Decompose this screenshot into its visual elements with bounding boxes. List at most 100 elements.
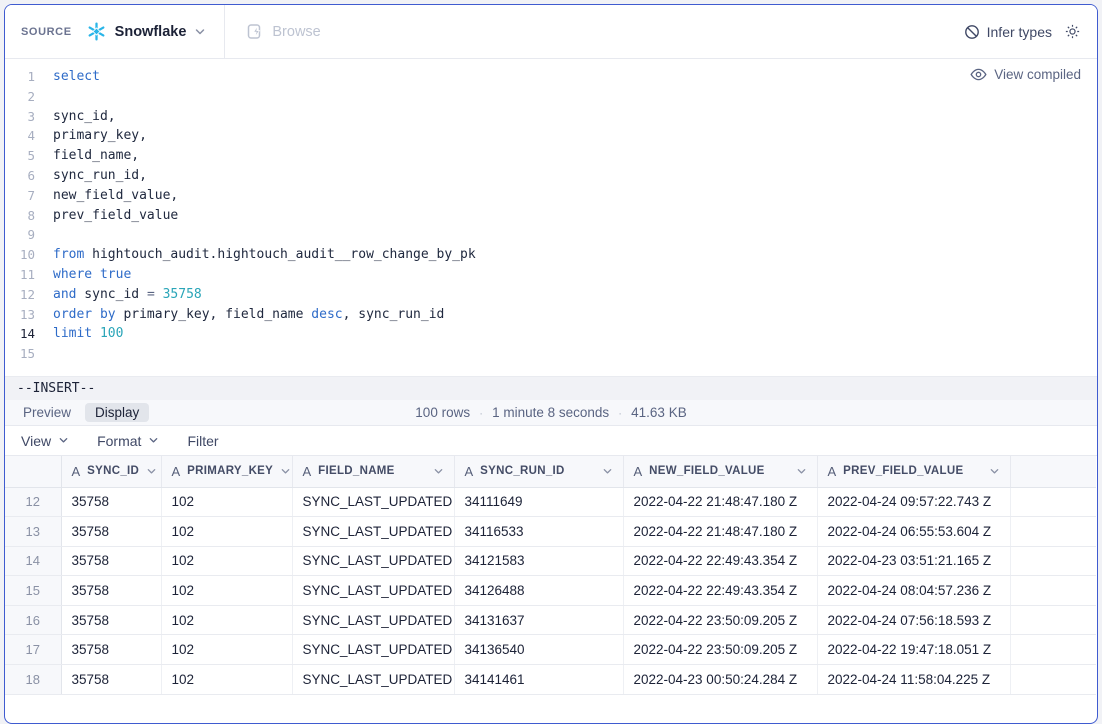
- view-compiled-button[interactable]: View compiled: [970, 67, 1081, 82]
- line-number: 10: [5, 245, 35, 265]
- code-line[interactable]: 14limit 100: [5, 324, 1097, 344]
- code-line[interactable]: 10from hightouch_audit.hightouch_audit__…: [5, 245, 1097, 265]
- code-line[interactable]: 13order by primary_key, field_name desc,…: [5, 305, 1097, 325]
- code-line[interactable]: 6sync_run_id,: [5, 166, 1097, 186]
- cell: 2022-04-24 08:04:57.236 Z: [817, 576, 1010, 606]
- column-name: PRIMARY_KEY: [187, 465, 273, 477]
- chevron-down-icon[interactable]: [602, 466, 613, 477]
- snowflake-icon: [86, 21, 107, 42]
- code-line[interactable]: 9: [5, 225, 1097, 245]
- tab-display[interactable]: Display: [85, 403, 149, 422]
- line-number: 6: [5, 166, 35, 186]
- tab-preview[interactable]: Preview: [13, 403, 81, 422]
- chevron-down-icon[interactable]: [989, 466, 1000, 477]
- column-header-field_name[interactable]: AFIELD_NAME: [292, 456, 454, 487]
- code-line[interactable]: 2: [5, 87, 1097, 107]
- cell: 35758: [61, 517, 161, 547]
- line-number: 4: [5, 126, 35, 146]
- column-header-sync_id[interactable]: ASYNC_ID: [61, 456, 161, 487]
- code-line[interactable]: 12and sync_id = 35758: [5, 285, 1097, 305]
- filter-menu-button[interactable]: Filter: [187, 433, 218, 449]
- code-line[interactable]: 5field_name,: [5, 146, 1097, 166]
- infer-types-label: Infer types: [987, 24, 1052, 40]
- line-number: 14: [5, 324, 35, 344]
- eye-icon: [970, 68, 987, 81]
- code-text: where true: [35, 265, 131, 285]
- code-text: select: [35, 67, 100, 87]
- format-menu-button[interactable]: Format: [97, 433, 159, 449]
- string-type-icon: A: [465, 464, 474, 479]
- cell: 2022-04-23 00:50:24.284 Z: [623, 665, 817, 695]
- row-number: 13: [5, 517, 61, 547]
- code-text: limit 100: [35, 324, 123, 344]
- table-row: 1835758102SYNC_LAST_UPDATED341414612022-…: [5, 665, 1096, 695]
- dot-separator: ·: [479, 406, 483, 420]
- code-line[interactable]: 15: [5, 344, 1097, 364]
- row-number: 12: [5, 487, 61, 517]
- filler-header: [1010, 456, 1096, 487]
- code-text: sync_id,: [35, 107, 116, 127]
- table-row: 1435758102SYNC_LAST_UPDATED341215832022-…: [5, 546, 1096, 576]
- cell: 34131637: [454, 605, 623, 635]
- divider: [224, 5, 225, 59]
- results-table-wrap: ASYNC_IDAPRIMARY_KEYAFIELD_NAMEASYNC_RUN…: [5, 456, 1097, 695]
- column-header-primary_key[interactable]: APRIMARY_KEY: [161, 456, 292, 487]
- column-name: SYNC_ID: [87, 465, 139, 477]
- row-number: 16: [5, 605, 61, 635]
- code-text: sync_run_id,: [35, 166, 147, 186]
- chevron-down-icon[interactable]: [796, 466, 807, 477]
- code-line[interactable]: 1select: [5, 67, 1097, 87]
- chevron-down-icon[interactable]: [146, 466, 157, 477]
- results-tabs-row: Preview Display 100 rows · 1 minute 8 se…: [5, 400, 1097, 426]
- chevron-down-icon[interactable]: [280, 466, 291, 477]
- column-name: SYNC_RUN_ID: [480, 465, 564, 477]
- browse-button[interactable]: Browse: [247, 23, 320, 40]
- code-line[interactable]: 11where true: [5, 265, 1097, 285]
- chevron-down-icon[interactable]: [433, 466, 444, 477]
- column-header-sync_run_id[interactable]: A SYNC_RUN_ID: [454, 456, 623, 487]
- line-number: 8: [5, 206, 35, 226]
- cell: 102: [161, 487, 292, 517]
- line-number: 2: [5, 87, 35, 107]
- source-selector[interactable]: Snowflake: [86, 21, 207, 42]
- line-number: 12: [5, 285, 35, 305]
- cell: SYNC_LAST_UPDATED: [292, 665, 454, 695]
- code-line[interactable]: 8prev_field_value: [5, 206, 1097, 226]
- table-row: 1235758102SYNC_LAST_UPDATED341116492022-…: [5, 487, 1096, 517]
- code-text: and sync_id = 35758: [35, 285, 202, 305]
- query-status: 100 rows · 1 minute 8 seconds · 41.63 KB: [415, 405, 686, 420]
- code-text: field_name,: [35, 146, 139, 166]
- column-header-new_field_value[interactable]: ANEW_FIELD_VALUE: [623, 456, 817, 487]
- slash-circle-icon: [964, 24, 980, 40]
- source-label: SOURCE: [21, 26, 72, 38]
- code-line[interactable]: 3sync_id,: [5, 107, 1097, 127]
- line-number: 1: [5, 67, 35, 87]
- column-header-prev_field_value[interactable]: APREV_FIELD_VALUE: [817, 456, 1010, 487]
- chevron-down-icon: [58, 435, 69, 446]
- settings-button[interactable]: [1064, 23, 1081, 40]
- string-type-icon: A: [828, 464, 837, 479]
- cell: 2022-04-22 21:48:47.180 Z: [623, 517, 817, 547]
- cell: 34141461: [454, 665, 623, 695]
- line-number: 7: [5, 186, 35, 206]
- vim-mode-indicator: --INSERT--: [17, 381, 95, 396]
- code-line[interactable]: 4primary_key,: [5, 126, 1097, 146]
- browse-icon: [247, 23, 264, 40]
- view-compiled-label: View compiled: [994, 67, 1081, 82]
- infer-types-button[interactable]: Infer types: [964, 24, 1052, 40]
- code-line[interactable]: 7new_field_value,: [5, 186, 1097, 206]
- sql-editor[interactable]: 1select23sync_id,4primary_key,5field_nam…: [5, 59, 1097, 376]
- line-number: 15: [5, 344, 35, 364]
- filler-cell: [1010, 635, 1096, 665]
- cell: 35758: [61, 665, 161, 695]
- row-count: 100 rows: [415, 405, 470, 420]
- code-text: [35, 225, 53, 245]
- filler-cell: [1010, 517, 1096, 547]
- cell: SYNC_LAST_UPDATED: [292, 576, 454, 606]
- query-editor-panel: SOURCE Snowflake: [4, 4, 1098, 724]
- cell: 102: [161, 576, 292, 606]
- cell: 2022-04-24 07:56:18.593 Z: [817, 605, 1010, 635]
- cell: 34126488: [454, 576, 623, 606]
- view-menu-button[interactable]: View: [21, 433, 69, 449]
- line-number: 3: [5, 107, 35, 127]
